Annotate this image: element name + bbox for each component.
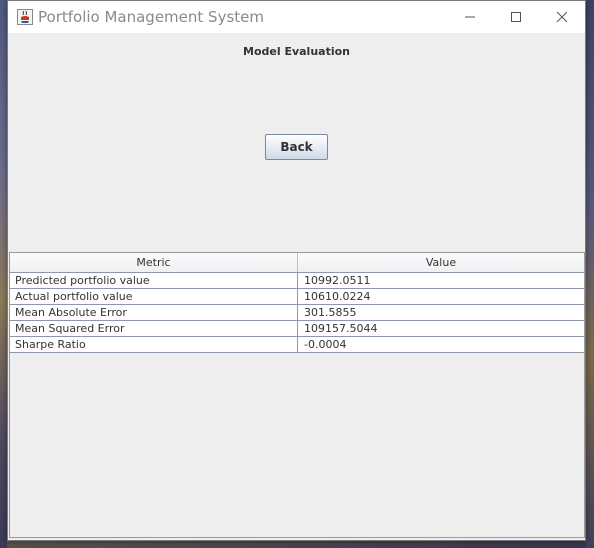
column-header-metric[interactable]: Metric bbox=[10, 253, 298, 272]
title-bar[interactable]: Portfolio Management System bbox=[8, 1, 585, 33]
table-body: Predicted portfolio value 10992.0511 Act… bbox=[10, 273, 584, 353]
metric-cell[interactable]: Mean Squared Error bbox=[10, 321, 298, 336]
metrics-table-scrollpane[interactable]: Metric Value Predicted portfolio value 1… bbox=[9, 252, 585, 538]
minimize-icon bbox=[465, 16, 475, 18]
table-row[interactable]: Predicted portfolio value 10992.0511 bbox=[10, 273, 584, 289]
close-button[interactable] bbox=[539, 1, 585, 33]
java-coffee-cup-icon bbox=[17, 9, 33, 25]
value-cell[interactable]: 109157.5044 bbox=[298, 321, 584, 336]
column-header-value[interactable]: Value bbox=[298, 253, 584, 272]
value-cell[interactable]: 301.5855 bbox=[298, 305, 584, 320]
desktop-background-right bbox=[586, 0, 594, 548]
value-cell[interactable]: -0.0004 bbox=[298, 337, 584, 352]
table-row[interactable]: Mean Squared Error 109157.5044 bbox=[10, 321, 584, 337]
content-pane: Model Evaluation Back Metric Value Predi… bbox=[8, 33, 585, 540]
value-cell[interactable]: 10610.0224 bbox=[298, 289, 584, 304]
close-icon bbox=[556, 11, 568, 23]
back-button[interactable]: Back bbox=[265, 134, 328, 160]
table-row[interactable]: Mean Absolute Error 301.5855 bbox=[10, 305, 584, 321]
value-cell[interactable]: 10992.0511 bbox=[298, 273, 584, 288]
maximize-button[interactable] bbox=[493, 1, 539, 33]
minimize-button[interactable] bbox=[447, 1, 493, 33]
page-title: Model Evaluation bbox=[243, 45, 350, 58]
table-header: Metric Value bbox=[10, 253, 584, 273]
window-title: Portfolio Management System bbox=[38, 8, 264, 26]
table-row[interactable]: Actual portfolio value 10610.0224 bbox=[10, 289, 584, 305]
maximize-icon bbox=[511, 12, 521, 22]
metric-cell[interactable]: Actual portfolio value bbox=[10, 289, 298, 304]
desktop-background-left bbox=[0, 0, 7, 548]
metric-cell[interactable]: Predicted portfolio value bbox=[10, 273, 298, 288]
app-window: Portfolio Management System Model Evalua… bbox=[7, 0, 586, 541]
metric-cell[interactable]: Mean Absolute Error bbox=[10, 305, 298, 320]
table-row[interactable]: Sharpe Ratio -0.0004 bbox=[10, 337, 584, 353]
metric-cell[interactable]: Sharpe Ratio bbox=[10, 337, 298, 352]
